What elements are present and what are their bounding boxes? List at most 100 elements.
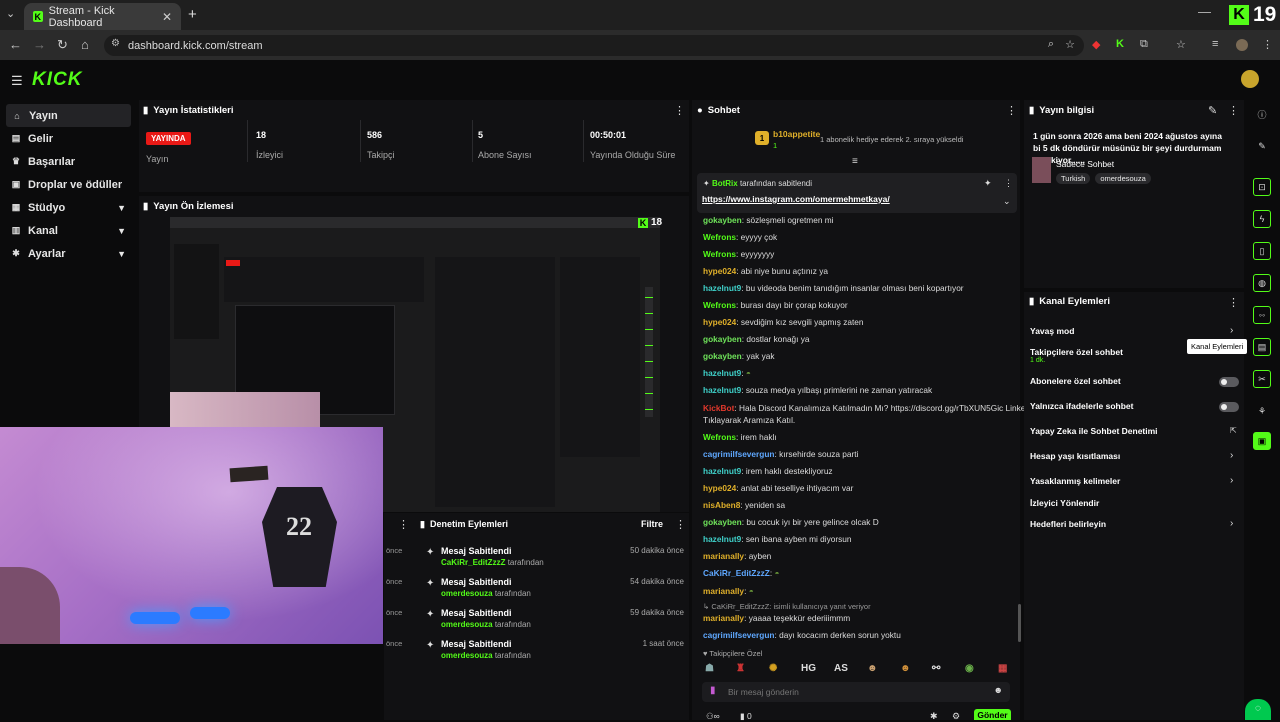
- home-browser-icon[interactable]: ⌂: [81, 37, 89, 52]
- chat-input[interactable]: [728, 685, 978, 699]
- action-emotes-only[interactable]: Yalnızca ifadelerle sohbet: [1030, 401, 1133, 411]
- sidebar-item-basarilar[interactable]: ♛ Başarılar: [0, 150, 137, 173]
- emote-box-icon[interactable]: ▦: [998, 663, 1007, 674]
- stats-menu-icon[interactable]: ⋮: [674, 104, 685, 117]
- action-slow-mode[interactable]: Yavaş mod: [1030, 326, 1074, 336]
- emote-hg[interactable]: HG: [801, 663, 816, 674]
- kick-logo[interactable]: KICK: [32, 69, 82, 91]
- expand-pinned-icon[interactable]: ⌄: [1003, 196, 1011, 207]
- broadcast-icon[interactable]: ◦◦: [1253, 306, 1271, 324]
- action-raid[interactable]: İzleyici Yönlendir: [1030, 498, 1099, 508]
- action-ai-moderation[interactable]: Yapay Zeka ile Sohbet Denetimi: [1030, 426, 1158, 436]
- emote-robot-icon[interactable]: ☗: [705, 663, 714, 674]
- emotes-only-toggle[interactable]: [1219, 402, 1239, 412]
- chat-username[interactable]: gokayben: [703, 351, 742, 361]
- chat-message[interactable]: Wefrons: eyyyyyyy: [703, 249, 774, 259]
- chat-username[interactable]: hype024: [703, 483, 736, 493]
- unpin-icon[interactable]: ✦: [984, 178, 992, 189]
- chat-message[interactable]: gokayben: bu cocuk iyı bir yere gelince …: [703, 517, 879, 527]
- chat-username[interactable]: hazelnut9: [703, 283, 741, 293]
- collapse-icon[interactable]: ≡: [852, 156, 858, 167]
- chat-message[interactable]: hype024: anlat abi teselliye ihtiyacım v…: [703, 483, 853, 493]
- send-button[interactable]: Gönder: [974, 709, 1011, 720]
- chat-username[interactable]: hazelnut9: [703, 385, 741, 395]
- chevron-right-icon[interactable]: ›: [1230, 475, 1233, 486]
- close-tab-icon[interactable]: ✕: [162, 10, 172, 24]
- chat-username[interactable]: gokayben: [703, 215, 742, 225]
- chat-message[interactable]: CaKiRr_EditZzzZ: ◓: [703, 568, 779, 578]
- chat-message[interactable]: hazelnut9: souza medya yılbaşı primlerin…: [703, 385, 932, 395]
- chat-message[interactable]: hazelnut9: bu videoda benim tanıdığım in…: [703, 283, 964, 293]
- moderation-menu-icon[interactable]: ⋮: [675, 518, 686, 531]
- chat-gear-icon[interactable]: ✱: [930, 711, 938, 722]
- actions-menu-icon[interactable]: ⋮: [1228, 296, 1239, 309]
- chat-message[interactable]: Wefrons: eyyyy çok: [703, 232, 777, 242]
- info-icon[interactable]: ⓘ: [1253, 105, 1271, 123]
- chat-username[interactable]: cagrimilfsevergun: [703, 630, 774, 640]
- category-thumbnail[interactable]: [1032, 157, 1051, 183]
- chat-message[interactable]: gokayben: yak yak: [703, 351, 775, 361]
- bookmarks-icon[interactable]: ☆: [1176, 38, 1186, 51]
- chat-message[interactable]: hazelnut9: irem haklı destekliyoruz: [703, 466, 833, 476]
- action-subs-only[interactable]: Abonelere özel sohbet: [1030, 376, 1121, 386]
- chat-input-box[interactable]: ▮ ☻: [702, 682, 1010, 702]
- chat-username[interactable]: CaKiRr_EditZzzZ: [703, 568, 770, 578]
- row-user[interactable]: CaKiRr_EditZzzZ: [441, 558, 505, 567]
- chat-username[interactable]: nisAben8: [703, 500, 740, 510]
- minimize-icon[interactable]: —: [1198, 4, 1211, 19]
- row-user[interactable]: omerdesouza: [441, 620, 493, 629]
- sidebar-item-kanal[interactable]: ▥ Kanal ▼: [0, 219, 137, 242]
- zoom-icon[interactable]: ⌕: [1048, 38, 1054, 51]
- tag[interactable]: Turkish: [1056, 173, 1091, 184]
- sidebar-item-droplar[interactable]: ▣ Droplar ve ödüller: [0, 173, 137, 196]
- emote-as[interactable]: AS: [834, 663, 848, 674]
- chat-username[interactable]: Wefrons: [703, 249, 736, 259]
- chat-username[interactable]: hazelnut9: [703, 466, 741, 476]
- emote-globe-icon[interactable]: ◉: [965, 663, 974, 674]
- chat-bubble-icon[interactable]: ◍: [1253, 274, 1271, 292]
- chat-username[interactable]: Wefrons: [703, 300, 736, 310]
- emote-bone-icon[interactable]: ⚯: [932, 663, 940, 674]
- lightning-icon[interactable]: ϟ: [1253, 210, 1271, 228]
- chat-message[interactable]: marianally: ◓: [703, 586, 754, 596]
- forward-icon[interactable]: →: [33, 37, 46, 52]
- emote-sun-icon[interactable]: ✺: [769, 663, 777, 674]
- row-user[interactable]: omerdesouza: [441, 651, 493, 660]
- filter-button[interactable]: Filtre: [641, 519, 663, 529]
- action-banned-words[interactable]: Yasaklanmış kelimeler: [1030, 476, 1120, 486]
- chat-username[interactable]: hype024: [703, 317, 736, 327]
- chat-message[interactable]: cagrimilfsevergun: kırsehirde souza part…: [703, 449, 858, 459]
- info-menu-icon[interactable]: ⋮: [1228, 104, 1239, 117]
- chat-scrollbar[interactable]: [1018, 604, 1021, 642]
- moderation-row[interactable]: ✦ Mesaj Sabitlendi CaKiRr_EditZzzZ tarafın…: [426, 545, 684, 575]
- chat-username[interactable]: gokayben: [703, 517, 742, 527]
- row-user[interactable]: omerdesouza: [441, 589, 493, 598]
- chat-username[interactable]: hype024: [703, 266, 736, 276]
- chevron-right-icon[interactable]: ›: [1230, 325, 1233, 336]
- chat-username[interactable]: Wefrons: [703, 432, 736, 442]
- emoji-icon[interactable]: ☻: [994, 685, 1003, 695]
- extensions-puzzle-icon[interactable]: ⧉: [1140, 38, 1148, 51]
- external-link-icon[interactable]: ⇱: [1230, 426, 1237, 435]
- chat-message[interactable]: hazelnut9: ◓: [703, 368, 751, 378]
- emote-face-icon[interactable]: ☻: [867, 663, 878, 674]
- chat-message[interactable]: marianally: ayben: [703, 551, 771, 561]
- account-avatar[interactable]: [1241, 70, 1259, 88]
- mic-icon[interactable]: ▮: [710, 685, 716, 696]
- chat-username[interactable]: marianally: [703, 551, 744, 561]
- reload-icon[interactable]: ↻: [57, 37, 68, 53]
- tag[interactable]: omerdesouza: [1095, 173, 1151, 184]
- pencil-icon[interactable]: ✎: [1253, 137, 1271, 155]
- extension-kick-icon[interactable]: K: [1116, 38, 1124, 50]
- action-goals[interactable]: Hedefleri belirleyin: [1030, 519, 1106, 529]
- sidebar-item-yayin[interactable]: ⌂ Yayın: [6, 104, 131, 127]
- active-tool-icon[interactable]: ▣: [1253, 432, 1271, 450]
- chat-message[interactable]: nisAben8: yeniden sa: [703, 500, 785, 510]
- sidebar-item-gelir[interactable]: ▤ Gelir: [0, 127, 137, 150]
- chat-message[interactable]: KickBot: Hala Discord Kanalımıza Katılma…: [703, 403, 1025, 413]
- scan-icon[interactable]: ⊡: [1253, 178, 1271, 196]
- tab-list-icon[interactable]: ⌄: [6, 7, 15, 20]
- hamburger-menu-icon[interactable]: ☰: [11, 73, 23, 89]
- pinned-menu-icon[interactable]: ⋮: [1004, 178, 1013, 189]
- chat-username[interactable]: marianally: [703, 613, 744, 623]
